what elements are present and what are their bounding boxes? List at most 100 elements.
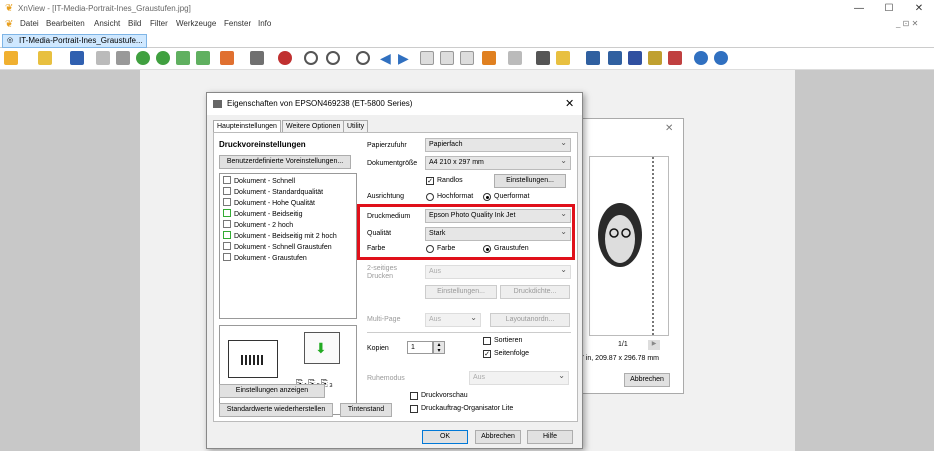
filmstrip-icon[interactable] bbox=[536, 51, 550, 65]
xnview-app-icon: ❦ bbox=[5, 3, 14, 14]
save-icon[interactable] bbox=[70, 51, 84, 65]
custom-presets-button[interactable]: Benutzerdefinierte Voreinstellungen... bbox=[219, 155, 351, 169]
batch-icon[interactable] bbox=[628, 51, 642, 65]
rotate-icon[interactable] bbox=[156, 51, 170, 65]
presets-heading: Druckvoreinstellungen bbox=[219, 140, 306, 149]
tools-icon[interactable] bbox=[220, 51, 234, 65]
printer-icon bbox=[213, 100, 222, 108]
kopien-input[interactable]: 1 bbox=[407, 341, 433, 354]
mdi-controls[interactable]: _ ⊡ ✕ bbox=[896, 19, 918, 28]
preview-close-icon[interactable]: ✕ bbox=[665, 123, 673, 134]
gallery-icon[interactable] bbox=[648, 51, 662, 65]
fullscreen-icon[interactable] bbox=[196, 51, 210, 65]
print-icon[interactable] bbox=[96, 51, 110, 65]
preset-item[interactable]: Dokument - Standardqualität bbox=[223, 187, 353, 198]
standardwerte-button[interactable]: Standardwerte wiederherstellen bbox=[219, 403, 333, 417]
duplex-icon bbox=[223, 209, 231, 217]
zoom-icon[interactable] bbox=[326, 51, 340, 65]
tab-weitere-optionen[interactable]: Weitere Optionen bbox=[282, 120, 345, 132]
multipage-select[interactable]: Aus bbox=[425, 312, 481, 327]
menu-bearbeiten[interactable]: Bearbeiten bbox=[46, 19, 85, 28]
printer-icon[interactable] bbox=[608, 51, 622, 65]
next-icon[interactable]: ▶ bbox=[398, 51, 412, 65]
ruhemodus-select[interactable]: Aus bbox=[469, 370, 569, 385]
settings-gear-icon[interactable] bbox=[278, 51, 292, 65]
first-page-icon[interactable] bbox=[420, 51, 434, 65]
minimize-button[interactable]: — bbox=[852, 2, 866, 16]
menu-ansicht[interactable]: Ansicht bbox=[94, 19, 120, 28]
seitenfolge-checkbox[interactable]: ✓ bbox=[483, 350, 491, 358]
preset-item[interactable]: Dokument - Beidseitig bbox=[223, 209, 353, 220]
capture-icon[interactable] bbox=[482, 51, 496, 65]
properties-icon[interactable] bbox=[508, 51, 522, 65]
stop-icon[interactable] bbox=[668, 51, 682, 65]
view-mode-icon[interactable] bbox=[250, 51, 264, 65]
sortieren-checkbox[interactable] bbox=[483, 337, 491, 345]
querformat-radio[interactable] bbox=[483, 193, 491, 201]
options-gear-icon[interactable] bbox=[694, 51, 708, 65]
search-binoculars-icon[interactable] bbox=[586, 51, 600, 65]
preset-item[interactable]: Dokument - 2 hoch bbox=[223, 220, 353, 231]
two-up-icon bbox=[223, 220, 231, 228]
zweiseitig-select[interactable]: Aus bbox=[425, 264, 571, 279]
tab-utility[interactable]: Utility bbox=[343, 120, 369, 132]
einstellungen-button[interactable]: Einstellungen... bbox=[494, 174, 566, 188]
document-icon bbox=[223, 253, 231, 261]
browser-icon[interactable] bbox=[4, 51, 18, 65]
slideshow-icon[interactable] bbox=[176, 51, 190, 65]
dokumentgroesse-select[interactable]: A4 210 x 297 mm bbox=[425, 155, 571, 170]
toolbar: ◀ ▶ bbox=[0, 48, 934, 70]
papierzufuhr-select[interactable]: Papierfach bbox=[425, 137, 571, 152]
maximize-button[interactable]: ☐ bbox=[882, 2, 896, 16]
menu-datei[interactable]: Datei bbox=[20, 19, 39, 28]
zweiseitig-label: 2-seitiges Drucken bbox=[367, 265, 397, 280]
open-folder-icon[interactable] bbox=[38, 51, 52, 65]
kopien-spinner[interactable]: ▴ ▾ bbox=[433, 341, 445, 354]
preset-item[interactable]: Dokument - Schnell bbox=[223, 176, 353, 187]
menu-werkzeuge[interactable]: Werkzeuge bbox=[176, 19, 216, 28]
organisator-checkbox[interactable] bbox=[410, 405, 418, 413]
preset-item[interactable]: Dokument - Schnell Graustufen bbox=[223, 242, 353, 253]
menu-bar: ❦ Datei Bearbeiten Ansicht Bild Filter W… bbox=[0, 18, 934, 32]
app-menu-icon[interactable]: ❦ bbox=[5, 20, 15, 30]
randlos-checkbox[interactable]: ✓ bbox=[426, 177, 434, 185]
preview-cancel-button[interactable]: Abbrechen bbox=[624, 373, 670, 387]
menu-fenster[interactable]: Fenster bbox=[224, 19, 251, 28]
layoutanordnung-button[interactable]: Layoutanordn... bbox=[490, 313, 570, 327]
document-tab[interactable]: ◎ IT-Media-Portrait-Ines_Graustufe... bbox=[2, 34, 147, 48]
druckdichte-button[interactable]: Druckdichte... bbox=[500, 285, 570, 299]
document-tab-label: IT-Media-Portrait-Ines_Graustufe... bbox=[19, 36, 143, 45]
tab-icon: ◎ bbox=[7, 37, 14, 44]
scan-icon[interactable] bbox=[116, 51, 130, 65]
preset-item[interactable]: Dokument - Beidseitig mit 2 hoch bbox=[223, 231, 353, 242]
page-icon[interactable] bbox=[440, 51, 454, 65]
preset-item[interactable]: Dokument - Hohe Qualität bbox=[223, 198, 353, 209]
dialog-close-icon[interactable]: ✕ bbox=[565, 97, 574, 110]
hilfe-button[interactable]: Hilfe bbox=[527, 430, 573, 444]
menu-info[interactable]: Info bbox=[258, 19, 271, 28]
tintenstand-button[interactable]: Tintenstand bbox=[340, 403, 392, 417]
duplex-einstellungen-button[interactable]: Einstellungen... bbox=[425, 285, 497, 299]
preview-next-button[interactable]: ▶ bbox=[648, 340, 660, 350]
zoom-out-icon[interactable] bbox=[356, 51, 370, 65]
menu-filter[interactable]: Filter bbox=[150, 19, 168, 28]
sortieren-label: Sortieren bbox=[494, 337, 523, 344]
randlos-label: Randlos bbox=[437, 177, 463, 184]
document-icon bbox=[223, 242, 231, 250]
menu-bild[interactable]: Bild bbox=[128, 19, 141, 28]
druckvorschau-checkbox[interactable] bbox=[410, 392, 418, 400]
hochformat-radio[interactable] bbox=[426, 193, 434, 201]
einstellungen-anzeigen-button[interactable]: Einstellungen anzeigen bbox=[219, 384, 325, 398]
document-icon bbox=[223, 176, 231, 184]
ok-button[interactable]: OK bbox=[422, 430, 468, 444]
preset-item[interactable]: Dokument - Graustufen bbox=[223, 253, 353, 264]
refresh-icon[interactable] bbox=[136, 51, 150, 65]
previous-icon[interactable]: ◀ bbox=[380, 51, 394, 65]
info-icon[interactable] bbox=[714, 51, 728, 65]
last-page-icon[interactable] bbox=[460, 51, 474, 65]
abbrechen-button[interactable]: Abbrechen bbox=[475, 430, 521, 444]
close-button[interactable]: ✕ bbox=[912, 2, 926, 16]
folder-icon[interactable] bbox=[556, 51, 570, 65]
zoom-in-icon[interactable] bbox=[304, 51, 318, 65]
printer-illustration-icon: ⬇ bbox=[304, 332, 340, 364]
